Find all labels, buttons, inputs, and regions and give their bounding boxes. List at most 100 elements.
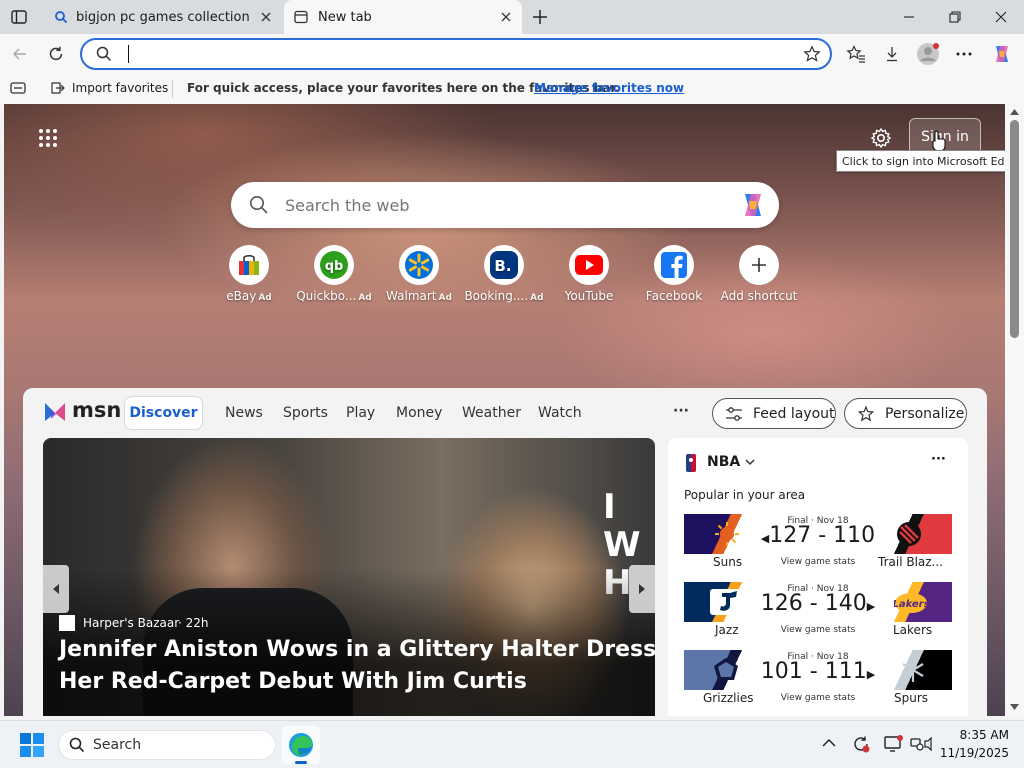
address-input[interactable] — [130, 43, 790, 65]
game-row[interactable]: Lakers Final · Nov 18 126 - 140▶ View ga… — [684, 582, 952, 638]
msn-logo[interactable]: msn — [72, 398, 121, 422]
shortcut-ebay[interactable]: eBay Ad — [206, 245, 292, 303]
feed-layout-label: Feed layout — [753, 405, 835, 422]
taskbar-search-label: Search — [93, 737, 142, 753]
quickbooks-icon: qb — [314, 245, 354, 285]
scroll-thumb[interactable] — [1010, 120, 1019, 338]
sync-alert-icon[interactable] — [852, 735, 870, 753]
game-row[interactable]: Final · Nov 18 ◀127 - 110 View game stat… — [684, 514, 952, 570]
scroll-up-icon[interactable] — [1010, 109, 1019, 115]
nba-logo-icon — [686, 454, 696, 472]
game-score: ◀127 - 110 — [684, 523, 952, 548]
close-window-button[interactable] — [978, 0, 1024, 34]
tab-new-tab[interactable]: New tab — [284, 0, 522, 34]
more-options-icon[interactable] — [950, 40, 978, 68]
svg-text:qb: qb — [325, 259, 344, 274]
shortcut-label: Booking.... — [464, 289, 529, 303]
scroll-down-icon[interactable] — [1010, 704, 1019, 710]
hero-headline-line2[interactable]: Her Red-Carpet Debut With Jim Curtis — [59, 669, 527, 694]
svg-text:B.: B. — [494, 257, 511, 275]
copilot-icon[interactable] — [988, 40, 1016, 68]
ad-badge: Ad — [438, 293, 452, 303]
network-volume-icon[interactable] — [910, 735, 934, 753]
manage-favorites-link[interactable]: Manage favorites now — [534, 81, 684, 95]
shortcut-label: Facebook — [645, 289, 703, 303]
away-team-name: Lakers — [893, 623, 933, 637]
home-team-name: Suns — [713, 555, 743, 569]
hero-headline-line1[interactable]: Jennifer Aniston Wows in a Glittery Halt… — [59, 637, 655, 662]
address-bar[interactable] — [80, 38, 832, 70]
tab-play[interactable]: Play — [346, 405, 375, 421]
clock-date[interactable]: 11/19/2025 — [937, 746, 1009, 760]
nba-title[interactable]: NBA — [707, 454, 740, 470]
edge-browser-icon — [288, 732, 314, 758]
gear-icon[interactable] — [870, 127, 892, 149]
download-icon[interactable] — [878, 40, 906, 68]
profile-avatar-icon[interactable] — [914, 40, 942, 68]
more-nav-button[interactable]: ··· — [673, 403, 689, 419]
next-story-button[interactable] — [629, 565, 655, 613]
nba-scores-card: NBA ··· Popular in your area Final · Nov… — [668, 438, 968, 716]
import-favorites-icon — [50, 80, 66, 96]
web-search-input[interactable] — [285, 193, 725, 217]
taskbar-search-box[interactable]: Search — [58, 730, 276, 760]
sliders-icon — [725, 406, 743, 422]
chevron-up-icon[interactable] — [822, 738, 836, 748]
tab-search[interactable]: bigjon pc games collection - Search — [44, 0, 282, 34]
add-shortcut-button[interactable]: Add shortcut — [716, 245, 802, 303]
home-team-name: Grizzlies — [703, 691, 754, 705]
tab-weather[interactable]: Weather — [462, 405, 521, 421]
publisher-name[interactable]: Harper's Bazaar — [83, 616, 179, 630]
ebay-bag-icon — [229, 245, 269, 285]
mouse-cursor-icon — [932, 130, 946, 152]
shortcut-booking[interactable]: B. Booking.... Ad — [461, 245, 547, 303]
windows-start-icon[interactable] — [20, 733, 44, 757]
chevron-down-icon[interactable] — [744, 456, 756, 468]
favorites-icon[interactable] — [842, 40, 870, 68]
nba-more-button[interactable]: ··· — [931, 452, 946, 467]
toolbar — [0, 34, 1024, 74]
feed-layout-button[interactable]: Feed layout — [712, 398, 836, 429]
new-tab-plus-icon[interactable] — [530, 7, 550, 27]
active-app-indicator — [295, 761, 307, 764]
game-score-text: 101 - 111 — [760, 659, 867, 684]
clock-time[interactable]: 8:35 AM — [943, 728, 1009, 742]
shortcut-quickbooks[interactable]: qb Quickbo... Ad — [291, 245, 377, 303]
hero-story-card[interactable]: IWH Harper's Bazaar · 22h Jennifer Anist… — [43, 438, 655, 716]
shortcut-walmart[interactable]: Walmart Ad — [376, 245, 462, 303]
sidebar-toggle-icon[interactable] — [10, 81, 26, 95]
tab-watch[interactable]: Watch — [538, 405, 582, 421]
taskbar-edge-button[interactable] — [282, 726, 320, 764]
nba-subtitle: Popular in your area — [684, 488, 806, 502]
web-search-box[interactable] — [231, 182, 779, 228]
tab-strip: bigjon pc games collection - Search New … — [0, 0, 1024, 34]
minimize-button[interactable] — [886, 0, 932, 34]
shortcut-facebook[interactable]: Facebook — [631, 245, 717, 303]
back-arrow-icon[interactable] — [6, 40, 34, 68]
windows-taskbar: Search 8:35 AM 11/19/2025 — [0, 720, 1024, 768]
tab-actions-icon[interactable] — [10, 8, 28, 26]
refresh-icon[interactable] — [42, 40, 70, 68]
copilot-icon[interactable] — [737, 190, 769, 220]
winner-arrow-icon: ◀ — [760, 532, 770, 545]
tab-discover[interactable]: Discover — [124, 396, 203, 430]
display-alert-icon[interactable] — [884, 735, 904, 753]
tab-title: New tab — [318, 9, 372, 25]
personalize-button[interactable]: Personalize — [844, 398, 967, 429]
close-icon[interactable] — [498, 9, 514, 25]
tab-money[interactable]: Money — [396, 405, 442, 421]
story-age: · 22h — [178, 616, 209, 630]
tab-news[interactable]: News — [225, 405, 263, 421]
star-icon[interactable] — [803, 45, 821, 63]
app-launcher-icon[interactable] — [38, 128, 58, 148]
shortcut-label: Walmart — [386, 289, 437, 303]
page-scrollbar[interactable] — [1005, 104, 1024, 716]
close-icon[interactable] — [258, 9, 274, 25]
import-favorites-button[interactable]: Import favorites — [72, 81, 168, 95]
tab-sports[interactable]: Sports — [283, 405, 328, 421]
prev-story-button[interactable] — [43, 565, 69, 613]
restore-button[interactable] — [932, 0, 978, 34]
game-row[interactable]: Final · Nov 18 101 - 111▶ View game stat… — [684, 650, 952, 706]
shortcut-youtube[interactable]: YouTube — [546, 245, 632, 303]
msn-butterfly-icon[interactable] — [43, 399, 69, 425]
